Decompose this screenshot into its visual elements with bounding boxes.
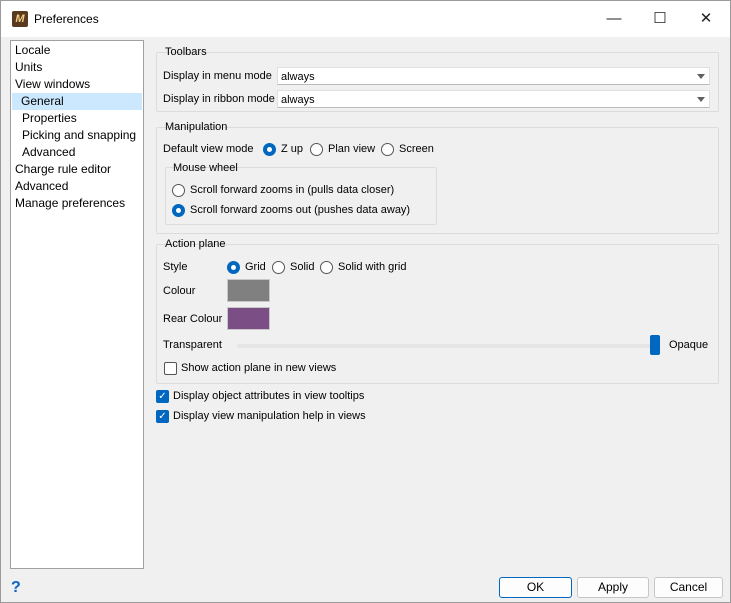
sidebar-item-charge-rule-editor[interactable]: Charge rule editor xyxy=(14,161,111,178)
display-help-label[interactable]: Display view manipulation help in views xyxy=(173,410,366,422)
sidebar-item-view-advanced[interactable]: Advanced xyxy=(21,144,75,161)
solid-label[interactable]: Solid xyxy=(290,261,314,273)
help-icon[interactable]: ? xyxy=(11,579,21,597)
transparency-slider-track[interactable] xyxy=(237,344,657,348)
sidebar-item-units[interactable]: Units xyxy=(14,59,42,76)
ribbon-mode-label: Display in ribbon mode xyxy=(163,93,275,105)
style-label: Style xyxy=(163,261,188,273)
title-bar: M Preferences — ☐ ✕ xyxy=(1,1,730,37)
sidebar-item-advanced[interactable]: Advanced xyxy=(14,178,68,195)
plan-view-label[interactable]: Plan view xyxy=(328,143,375,155)
toolbars-group-label: Toolbars xyxy=(165,46,207,58)
action-plane-group-label: Action plane xyxy=(165,238,226,250)
solid-radio[interactable] xyxy=(272,261,285,274)
sidebar-item-picking-and-snapping[interactable]: Picking and snapping xyxy=(21,127,136,144)
sidebar-item-properties[interactable]: Properties xyxy=(21,110,77,127)
default-view-mode-label: Default view mode xyxy=(163,143,254,155)
minimize-button[interactable]: — xyxy=(591,1,637,37)
colour-swatch[interactable] xyxy=(227,279,270,302)
mouse-wheel-group-label: Mouse wheel xyxy=(173,162,238,174)
category-tree[interactable]: Locale Units View windows General Proper… xyxy=(10,40,144,569)
preferences-window: M Preferences — ☐ ✕ Locale Units View wi… xyxy=(0,0,731,603)
zoom-out-radio[interactable] xyxy=(172,204,185,217)
ok-button[interactable]: OK xyxy=(499,577,572,598)
grid-radio[interactable] xyxy=(227,261,240,274)
close-button[interactable]: ✕ xyxy=(683,1,729,37)
sidebar-item-manage-preferences[interactable]: Manage preferences xyxy=(14,195,125,212)
screen-radio[interactable] xyxy=(381,143,394,156)
sidebar-item-locale[interactable]: Locale xyxy=(14,42,50,59)
sidebar-item-view-windows[interactable]: View windows xyxy=(14,76,90,93)
sidebar-item-general[interactable]: General xyxy=(12,93,142,110)
ribbon-mode-value: always xyxy=(281,94,315,106)
rear-colour-label: Rear Colour xyxy=(163,313,223,325)
display-help-checkbox[interactable]: ✓ xyxy=(156,410,169,423)
cancel-button[interactable]: Cancel xyxy=(654,577,723,598)
opaque-label: Opaque xyxy=(669,339,709,351)
z-up-radio[interactable] xyxy=(263,143,276,156)
apply-button[interactable]: Apply xyxy=(577,577,649,598)
ribbon-mode-combo[interactable]: always xyxy=(277,90,710,108)
chevron-down-icon xyxy=(697,74,705,79)
transparency-slider-thumb[interactable] xyxy=(650,335,660,355)
transparent-label: Transparent xyxy=(163,339,222,351)
zoom-in-radio[interactable] xyxy=(172,184,185,197)
show-action-plane-label[interactable]: Show action plane in new views xyxy=(181,362,336,374)
zoom-in-label[interactable]: Scroll forward zooms in (pulls data clos… xyxy=(190,184,394,196)
menu-mode-label: Display in menu mode xyxy=(163,70,272,82)
menu-mode-combo[interactable]: always xyxy=(277,67,710,85)
show-action-plane-checkbox[interactable] xyxy=(164,362,177,375)
sidebar-item-label: General xyxy=(21,94,64,108)
zoom-out-label[interactable]: Scroll forward zooms out (pushes data aw… xyxy=(190,204,410,216)
solid-with-grid-radio[interactable] xyxy=(320,261,333,274)
app-logo-icon: M xyxy=(12,11,28,27)
colour-label: Colour xyxy=(163,285,196,297)
window-title: Preferences xyxy=(34,12,99,26)
plan-view-radio[interactable] xyxy=(310,143,323,156)
screen-label[interactable]: Screen xyxy=(399,143,434,155)
mouse-wheel-group xyxy=(165,167,437,225)
maximize-button[interactable]: ☐ xyxy=(637,1,683,37)
display-attributes-label[interactable]: Display object attributes in view toolti… xyxy=(173,390,364,402)
z-up-label[interactable]: Z up xyxy=(281,143,303,155)
rear-colour-swatch[interactable] xyxy=(227,307,270,330)
solid-with-grid-label[interactable]: Solid with grid xyxy=(338,261,406,273)
manipulation-group-label: Manipulation xyxy=(165,121,228,133)
display-attributes-checkbox[interactable]: ✓ xyxy=(156,390,169,403)
grid-label[interactable]: Grid xyxy=(245,261,266,273)
chevron-down-icon xyxy=(697,97,705,102)
menu-mode-value: always xyxy=(281,71,315,83)
